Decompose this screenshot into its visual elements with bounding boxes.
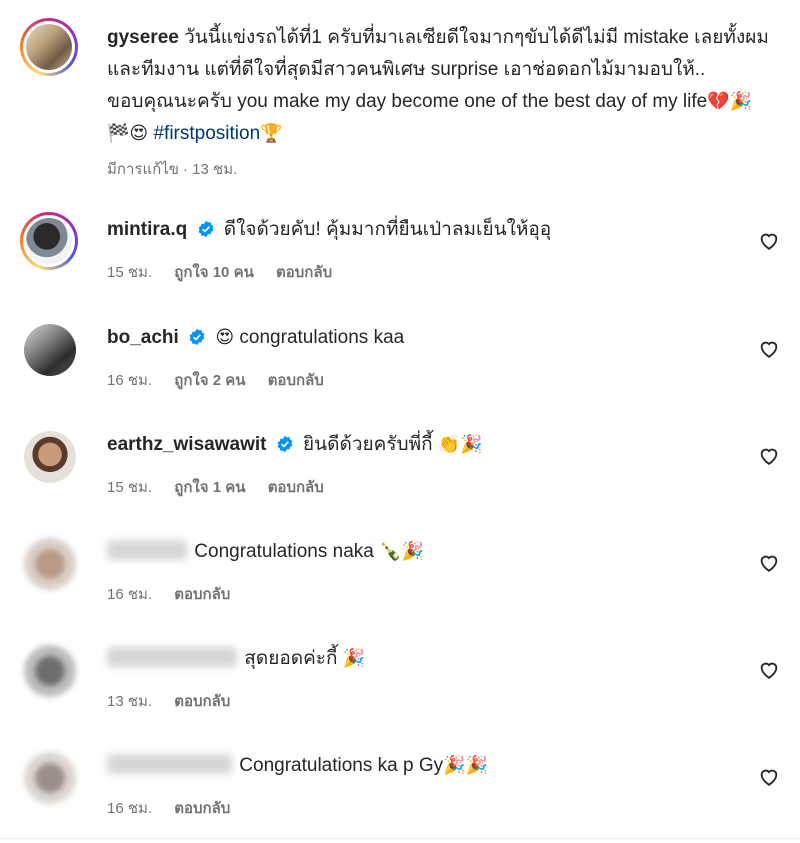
reply-button[interactable]: ตอบกลับ <box>174 586 230 603</box>
avatar[interactable] <box>24 324 76 376</box>
comment-username[interactable]: mintira.q <box>107 219 187 240</box>
avatar[interactable] <box>24 752 76 804</box>
comment-meta: 16 ชม. ตอบกลับ <box>107 796 248 820</box>
edited-label: มีการแก้ไข <box>107 161 179 178</box>
comment-username[interactable]: bo_achi <box>107 327 179 348</box>
comment-time[interactable]: 13 ชม. <box>107 693 152 710</box>
verified-badge-icon <box>189 328 205 346</box>
comment-body: Congratulations naka 🍾🎉 <box>107 536 732 568</box>
comment-body: สุดยอดค่ะกี้ 🎉 <box>107 643 732 675</box>
comment-item: Congratulations naka 🍾🎉 16 ชม. ตอบกลับ <box>20 534 780 624</box>
heart-outline-icon[interactable] <box>758 338 780 360</box>
comment-time[interactable]: 15 ชม. <box>107 479 152 496</box>
comment-body: Congratulations ka p Gy🎉🎉 <box>107 750 732 782</box>
heart-outline-icon[interactable] <box>758 552 780 574</box>
comment-emoji: 🎉🎉 <box>443 755 488 776</box>
comment-body: mintira.q ดีใจด้วยคับ! คุ้มมากที่ยืนเป่า… <box>107 214 732 246</box>
reply-button[interactable]: ตอบกลับ <box>174 800 230 817</box>
caption-time[interactable]: 13 ชม. <box>192 161 237 178</box>
heart-outline-icon[interactable] <box>758 230 780 252</box>
avatar[interactable] <box>24 645 76 697</box>
likes-count[interactable]: ถูกใจ 2 คน <box>174 372 245 389</box>
comment-username[interactable]: earthz_wisawawit <box>107 434 266 455</box>
redacted-username[interactable] <box>107 540 187 560</box>
comment-item: สุดยอดค่ะกี้ 🎉 13 ชม. ตอบกลับ <box>20 641 780 731</box>
comment-text: congratulations kaa <box>239 327 405 348</box>
avatar[interactable] <box>24 431 76 483</box>
caption-meta: มีการแก้ไข · 13 ชม. <box>107 161 238 178</box>
comment-text: Congratulations ka p Gy <box>239 755 444 776</box>
comment-text: ดีใจด้วยคับ! คุ้มมากที่ยืนเป่าลมเย็นให้อ… <box>223 219 552 240</box>
comment-meta: 16 ชม. ตอบกลับ <box>107 582 248 606</box>
avatar[interactable] <box>20 212 78 270</box>
heart-outline-icon[interactable] <box>758 659 780 681</box>
redacted-username[interactable] <box>107 647 237 667</box>
comment-emoji: 🍾🎉 <box>379 541 424 562</box>
heart-outline-icon[interactable] <box>758 766 780 788</box>
comment-body: earthz_wisawawit ยินดีด้วยครับพี่กี้ 👏🎉 <box>107 429 732 461</box>
comment-text: ยินดีด้วยครับพี่กี้ <box>303 434 433 455</box>
comment-text: สุดยอดค่ะกี้ <box>244 648 338 669</box>
reply-button[interactable]: ตอบกลับ <box>174 693 230 710</box>
redacted-username[interactable] <box>107 754 232 774</box>
hashtag-link[interactable]: #firstposition <box>153 123 260 144</box>
trophy-emoji: 🏆 <box>260 123 283 144</box>
avatar[interactable] <box>24 538 76 590</box>
likes-count[interactable]: ถูกใจ 10 คน <box>174 264 254 281</box>
heart-outline-icon[interactable] <box>758 445 780 467</box>
comment-emoji: 😍 <box>215 327 235 348</box>
comment-item: mintira.q ดีใจด้วยคับ! คุ้มมากที่ยืนเป่า… <box>20 212 780 302</box>
comment-emoji: 👏🎉 <box>437 434 483 455</box>
comment-item: earthz_wisawawit ยินดีด้วยครับพี่กี้ 👏🎉 … <box>20 427 780 517</box>
likes-count[interactable]: ถูกใจ 1 คน <box>174 479 245 496</box>
comment-item: bo_achi 😍 congratulations kaa 16 ชม. ถูก… <box>20 320 780 410</box>
reply-button[interactable]: ตอบกลับ <box>268 372 324 389</box>
comment-time[interactable]: 16 ชม. <box>107 586 152 603</box>
comment-emoji: 🎉 <box>342 648 366 669</box>
comment-item: Congratulations ka p Gy🎉🎉 16 ชม. ตอบกลับ <box>20 748 780 838</box>
caption-username[interactable]: gyseree <box>107 27 179 48</box>
comment-meta: 13 ชม. ตอบกลับ <box>107 689 248 713</box>
comment-time[interactable]: 15 ชม. <box>107 264 152 281</box>
comment-meta: 16 ชม. ถูกใจ 2 คน ตอบกลับ <box>107 368 342 392</box>
caption-author-avatar[interactable] <box>20 18 78 76</box>
comment-time[interactable]: 16 ชม. <box>107 372 152 389</box>
reply-button[interactable]: ตอบกลับ <box>268 479 324 496</box>
verified-badge-icon <box>198 220 213 238</box>
comment-time[interactable]: 16 ชม. <box>107 800 152 817</box>
verified-badge-icon <box>277 435 293 453</box>
comment-text: Congratulations naka <box>194 541 374 562</box>
divider <box>0 838 800 839</box>
reply-button[interactable]: ตอบกลับ <box>276 264 332 281</box>
caption-text: วันนี้แข่งรถได้ที่1 ครับที่มาเลเซียดีใจม… <box>107 27 769 112</box>
comment-meta: 15 ชม. ถูกใจ 10 คน ตอบกลับ <box>107 260 350 284</box>
comment-body: bo_achi 😍 congratulations kaa <box>107 322 732 354</box>
caption-body: gyseree วันนี้แข่งรถได้ที่1 ครับที่มาเลเ… <box>107 22 770 150</box>
comment-meta: 15 ชม. ถูกใจ 1 คน ตอบกลับ <box>107 475 342 499</box>
